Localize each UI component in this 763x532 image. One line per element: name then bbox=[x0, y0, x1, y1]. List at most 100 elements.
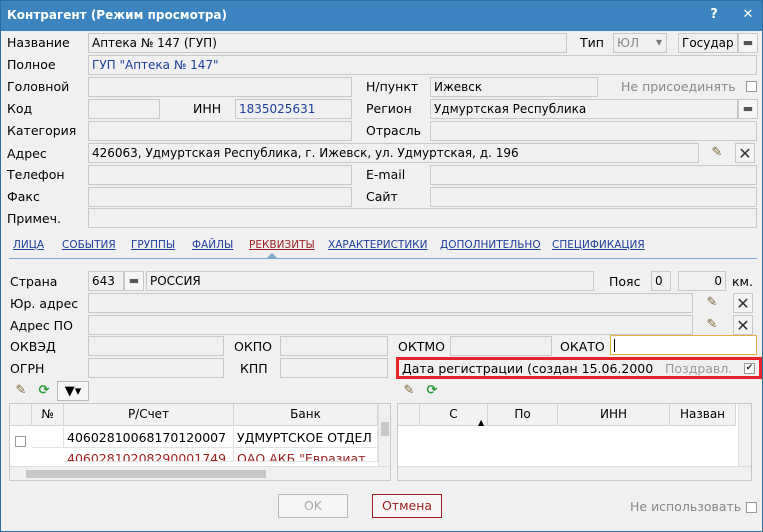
grid-header-check bbox=[10, 404, 32, 426]
fax-label: Факс bbox=[7, 189, 40, 204]
vertical-scrollbar[interactable] bbox=[738, 404, 751, 466]
not-join-checkbox[interactable] bbox=[746, 81, 757, 92]
okato-label: ОКАТО bbox=[560, 339, 605, 354]
city-field[interactable]: Ижевск bbox=[430, 77, 598, 97]
okved-field[interactable] bbox=[88, 336, 224, 356]
tab-groups[interactable]: ГРУППЫ bbox=[131, 239, 175, 251]
inn-label: ИНН bbox=[193, 101, 222, 116]
help-icon[interactable]: ? bbox=[705, 6, 723, 24]
magic-wand-icon[interactable]: ✎ bbox=[702, 315, 722, 335]
email-label: E-mail bbox=[366, 167, 406, 182]
address-field[interactable]: 426063, Удмуртская Республика, г. Ижевск… bbox=[88, 143, 699, 163]
tab-specification[interactable]: СПЕЦИФИКАЦИЯ bbox=[552, 239, 645, 251]
inn-field[interactable]: 1835025631 bbox=[235, 99, 352, 119]
okpo-field[interactable] bbox=[280, 336, 388, 356]
vertical-scrollbar[interactable] bbox=[378, 404, 390, 466]
tab-events[interactable]: СОБЫТИЯ bbox=[62, 239, 116, 251]
tab-files[interactable]: ФАЙЛЫ bbox=[192, 239, 233, 251]
filter-icon[interactable]: ▼▾ bbox=[57, 381, 89, 401]
full-field[interactable]: ГУП "Аптека № 147" bbox=[88, 55, 757, 75]
registration-date-label: Дата регистрации (создан 15.06.2000 bbox=[402, 361, 654, 376]
registration-highlight: Дата регистрации (создан 15.06.2000 Позд… bbox=[396, 357, 762, 379]
code-field[interactable] bbox=[88, 99, 160, 119]
oktmo-field[interactable] bbox=[450, 336, 552, 356]
grid-header-to[interactable]: По bbox=[488, 404, 558, 426]
country-field[interactable]: РОССИЯ bbox=[146, 271, 594, 291]
branch-field[interactable] bbox=[430, 121, 757, 141]
phone-field[interactable] bbox=[88, 165, 352, 185]
refresh-icon[interactable]: ⟳ bbox=[422, 381, 442, 401]
close-icon[interactable]: ✕ bbox=[739, 6, 757, 24]
site-label: Сайт bbox=[366, 189, 398, 204]
ok-button[interactable]: OK bbox=[278, 494, 348, 518]
not-join-label: Не присоединять bbox=[621, 79, 736, 94]
grid-header-account[interactable]: Р/Счет bbox=[64, 404, 234, 426]
edit-icon[interactable]: ✎ bbox=[11, 381, 31, 401]
km-label: км. bbox=[732, 274, 753, 289]
note-field[interactable] bbox=[88, 208, 757, 228]
grid-header-number[interactable]: № bbox=[32, 404, 64, 426]
cancel-button[interactable]: Отмена bbox=[372, 494, 442, 518]
grid-header-inn[interactable]: ИНН bbox=[558, 404, 670, 426]
type-label: Тип bbox=[580, 35, 604, 50]
grid-header-name[interactable]: Назван bbox=[670, 404, 736, 426]
table-row[interactable]: УДМУРТСКОЕ ОТДЕЛ bbox=[234, 427, 378, 448]
table-row[interactable]: ОАО АКБ "Евразиат bbox=[234, 448, 378, 462]
country-code-field[interactable]: 643 bbox=[88, 271, 124, 291]
table-row[interactable]: 40602810208290001749 bbox=[64, 448, 234, 462]
tab-requisites[interactable]: РЕКВИЗИТЫ bbox=[249, 239, 315, 251]
km-field[interactable]: 0 bbox=[678, 271, 726, 291]
clear-icon[interactable]: ✕ bbox=[735, 143, 755, 163]
type2-field[interactable]: Государ bbox=[678, 33, 738, 53]
region-field[interactable]: Удмуртская Республика bbox=[430, 99, 738, 119]
not-use-checkbox[interactable] bbox=[746, 502, 757, 513]
oktmo-label: ОКТМО bbox=[398, 339, 445, 354]
grid-header-bank[interactable]: Банк bbox=[234, 404, 378, 426]
okpo-label: ОКПО bbox=[234, 339, 272, 354]
legal-address-field[interactable] bbox=[88, 293, 693, 313]
category-field[interactable] bbox=[88, 121, 352, 141]
email-field[interactable] bbox=[430, 165, 757, 185]
scrollbar-thumb[interactable] bbox=[26, 470, 266, 478]
clear-icon[interactable]: ✕ bbox=[733, 293, 753, 313]
congrats-label: Поздравл. bbox=[665, 361, 733, 376]
belt-field[interactable]: 0 bbox=[651, 271, 671, 291]
tab-bar: ЛИЦА СОБЫТИЯ ГРУППЫ ФАЙЛЫ РЕКВИЗИТЫ ХАРА… bbox=[9, 235, 757, 259]
magic-wand-icon[interactable]: ✎ bbox=[702, 293, 722, 313]
kpp-field[interactable] bbox=[280, 358, 388, 378]
tab-characteristics[interactable]: ХАРАКТЕРИСТИКИ bbox=[328, 239, 428, 251]
belt-label: Пояс bbox=[609, 274, 641, 289]
name-field[interactable]: Аптека № 147 (ГУП) bbox=[88, 33, 567, 53]
fax-field[interactable] bbox=[88, 187, 352, 207]
tab-additional[interactable]: ДОПОЛНИТЕЛЬНО bbox=[440, 239, 541, 251]
folder-icon[interactable]: ▬ bbox=[738, 99, 758, 119]
category-label: Категория bbox=[7, 123, 77, 138]
magic-wand-icon[interactable]: ✎ bbox=[707, 143, 727, 163]
ogrn-field[interactable] bbox=[88, 358, 224, 378]
postal-address-field[interactable] bbox=[88, 315, 693, 335]
horizontal-scrollbar[interactable] bbox=[398, 466, 751, 480]
full-label: Полное bbox=[7, 57, 56, 72]
clear-icon[interactable]: ✕ bbox=[733, 315, 753, 335]
congrats-checkbox[interactable]: ✔ bbox=[744, 363, 755, 374]
folder-icon[interactable]: ▬ bbox=[738, 33, 758, 53]
horizontal-scrollbar[interactable] bbox=[10, 466, 390, 480]
tab-persons[interactable]: ЛИЦА bbox=[13, 239, 44, 251]
refresh-icon[interactable]: ⟳ bbox=[34, 381, 54, 401]
edit-icon[interactable]: ✎ bbox=[399, 381, 419, 401]
okato-field[interactable] bbox=[610, 335, 757, 355]
active-tab-indicator bbox=[267, 253, 277, 258]
folder-icon[interactable]: ▬ bbox=[124, 271, 144, 291]
accounts-grid: № Р/Счет Банк 40602810068170120007 УДМУР… bbox=[9, 403, 391, 481]
row-checkbox[interactable] bbox=[15, 436, 26, 447]
chevron-down-icon: ▾ bbox=[655, 35, 662, 49]
scrollbar-thumb[interactable] bbox=[381, 422, 389, 436]
table-row[interactable]: 40602810068170120007 bbox=[64, 427, 234, 448]
branch-label: Отрасль bbox=[366, 123, 421, 138]
site-field[interactable] bbox=[430, 187, 757, 207]
head-field[interactable] bbox=[88, 77, 352, 97]
okved-label: ОКВЭД bbox=[10, 339, 56, 354]
window-title: Контрагент (Режим просмотра) bbox=[7, 8, 227, 22]
type-select[interactable]: ЮЛ ▾ bbox=[613, 33, 667, 53]
kpp-label: КПП bbox=[240, 361, 268, 376]
